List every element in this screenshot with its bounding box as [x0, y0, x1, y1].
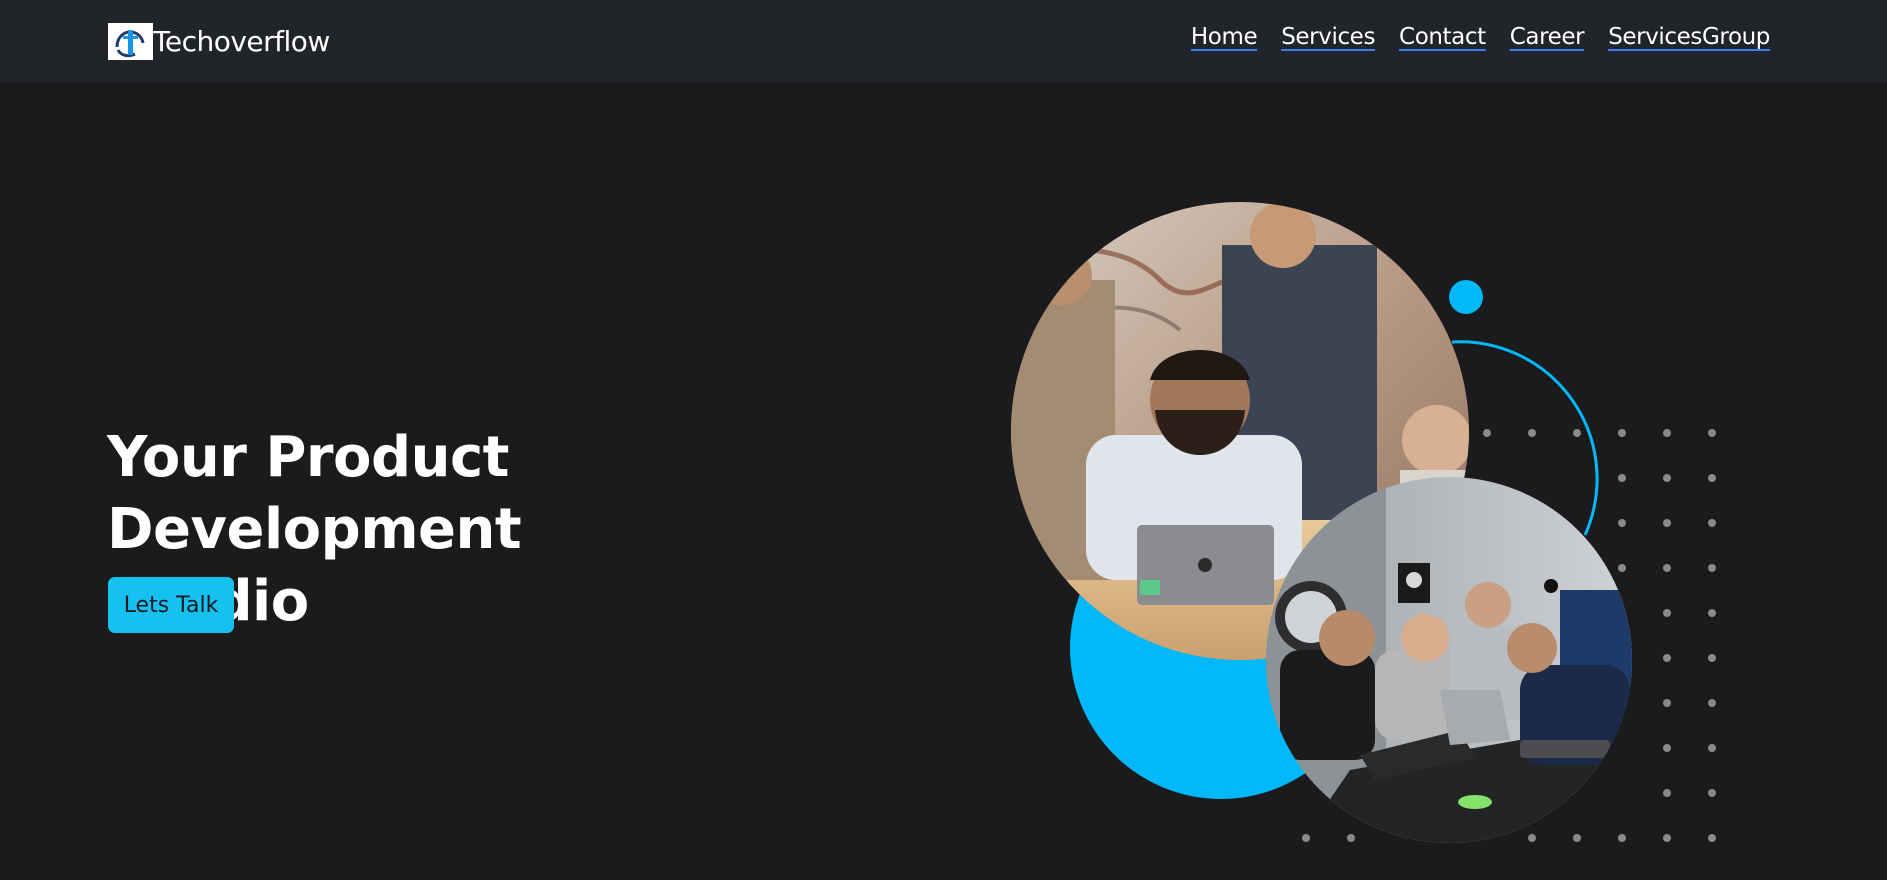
- team-at-laptop-photo: [1011, 202, 1469, 660]
- team-meeting-photo: [1266, 477, 1632, 843]
- nav-links: Home Services Contact Career ServicesGro…: [1191, 24, 1770, 50]
- nav-link-contact[interactable]: Contact: [1399, 24, 1486, 50]
- dot-grid-decoration: [1302, 429, 1716, 842]
- nav-link-career[interactable]: Career: [1510, 24, 1585, 50]
- navbar: Techoverflow Home Services Contact Caree…: [0, 0, 1887, 82]
- hero-title-line-1: Your Product Development: [107, 425, 522, 562]
- nav-link-services[interactable]: Services: [1281, 24, 1375, 50]
- accent-circle: [1070, 497, 1372, 799]
- nav-link-servicesgroup[interactable]: ServicesGroup: [1608, 24, 1770, 50]
- lets-talk-button[interactable]: Lets Talk: [108, 577, 234, 633]
- brand-name: Techoverflow: [153, 24, 330, 58]
- nav-link-home[interactable]: Home: [1191, 24, 1258, 50]
- techoverflow-logo-icon: [108, 22, 153, 60]
- brand-link[interactable]: Techoverflow: [108, 18, 330, 64]
- accent-arc: [1451, 340, 1599, 536]
- accent-dot: [1449, 280, 1483, 314]
